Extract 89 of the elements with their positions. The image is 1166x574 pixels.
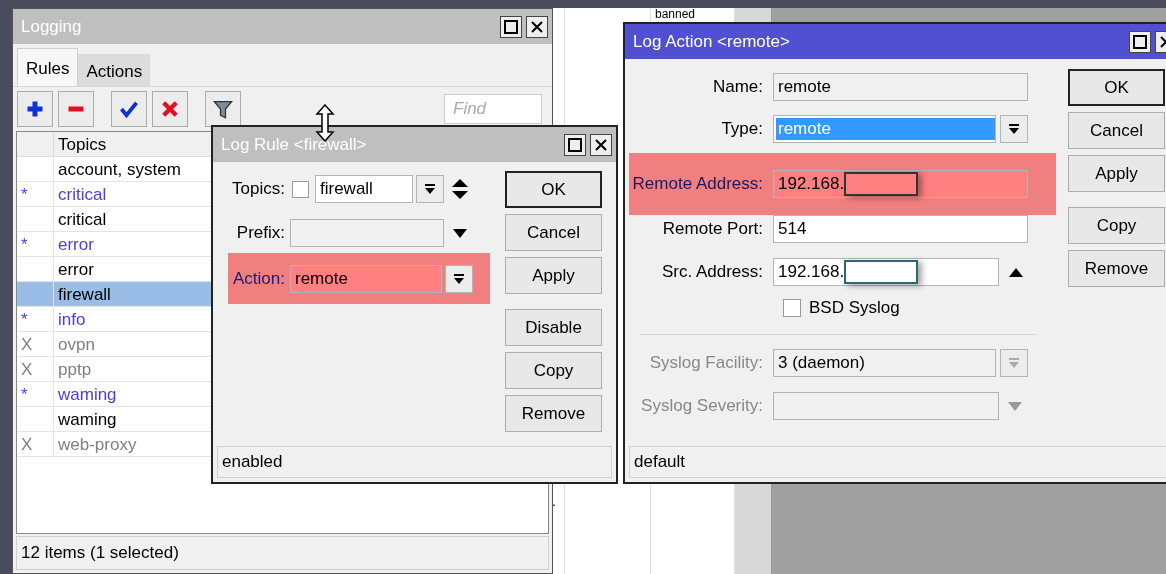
table-cell-text: pptp (57, 359, 92, 381)
flag-cell: * (21, 185, 28, 204)
close-icon (531, 20, 543, 33)
field-label: Topics: (231, 178, 286, 201)
dialog-button[interactable]: Copy (1068, 207, 1165, 244)
checkbox[interactable] (783, 299, 801, 317)
tab[interactable]: Rules (17, 48, 79, 86)
flag-cell: * (21, 385, 28, 404)
field-label: Src. Address: (660, 261, 764, 284)
field-label: Remote Address: (631, 173, 764, 196)
field-label: Prefix: (235, 222, 286, 245)
status-bar: default (629, 446, 1166, 478)
close-button[interactable] (526, 15, 548, 38)
dropdown-arrow-icon (1008, 123, 1020, 135)
plus-icon (25, 99, 45, 119)
square-icon (1133, 34, 1147, 49)
window-title: Log Action <remote> (633, 30, 790, 53)
dialog-button[interactable]: OK (1068, 69, 1165, 106)
input-field[interactable] (290, 219, 444, 247)
dialog-button[interactable]: Apply (1068, 155, 1165, 192)
dialog-button[interactable]: Cancel (505, 214, 602, 251)
collapse-arrow-icon[interactable] (1009, 267, 1023, 277)
close-button[interactable] (590, 133, 612, 156)
status-bar: 12 items (1 selected) (16, 536, 549, 570)
window-title: Logging (21, 15, 82, 38)
input-field[interactable]: remote (773, 73, 1028, 101)
field-label: Type: (720, 118, 764, 141)
expand-arrow-icon[interactable] (453, 228, 467, 238)
toolbar-button[interactable] (111, 91, 147, 127)
up-down-arrows-icon[interactable] (452, 179, 468, 199)
table-cell-text: info (57, 309, 86, 331)
square-icon (504, 19, 518, 34)
dialog-button[interactable]: Remove (505, 395, 602, 432)
filter-icon (213, 99, 233, 119)
table-cell-text: ovpn (57, 334, 95, 356)
toolbar-button[interactable] (205, 91, 241, 127)
input-field[interactable]: 192.168. (773, 258, 999, 286)
dropdown-arrow-icon (1008, 357, 1020, 369)
field-label: Name: (711, 76, 764, 99)
find-field[interactable]: Find (444, 94, 542, 124)
toolbar-button[interactable] (17, 91, 53, 127)
window-title: Log Rule <firewall> (221, 133, 367, 156)
status-bar: enabled (217, 446, 612, 478)
maximize-button[interactable] (564, 133, 586, 156)
field-label: Syslog Severity: (640, 395, 764, 418)
flag-cell: * (21, 310, 28, 329)
input-field[interactable] (773, 392, 999, 420)
field-label: Remote Port: (661, 218, 764, 241)
close-icon (595, 138, 607, 151)
check-icon (119, 99, 139, 119)
table-cell-text: firewall (57, 284, 111, 306)
dialog-button[interactable]: Cancel (1068, 112, 1165, 149)
table-cell-text: banned (655, 8, 697, 20)
dropdown-arrow-icon (453, 272, 465, 285)
table-cell-text: critical (57, 209, 107, 231)
dropdown-button[interactable] (416, 175, 444, 203)
table-cell-text: waming (57, 384, 117, 406)
checkbox[interactable] (292, 180, 309, 198)
tab[interactable]: Actions (78, 54, 151, 86)
table-cell-text: critical (57, 184, 107, 206)
dialog-button[interactable]: Copy (505, 352, 602, 389)
table-cell-text: account, system (57, 159, 181, 181)
flag-cell: X (21, 335, 33, 354)
x-icon (160, 99, 180, 119)
flag-cell: * (21, 235, 28, 254)
table-cell-text: waming (57, 409, 117, 431)
flag-cell: X (21, 435, 33, 454)
square-icon (568, 137, 582, 152)
dialog-button[interactable]: Disable (505, 309, 602, 346)
table-cell-text: error (57, 234, 94, 256)
input-field[interactable]: 514 (773, 215, 1028, 243)
table-cell-text: .. (548, 494, 557, 508)
maximize-button[interactable] (500, 15, 522, 38)
field-label: Syslog Facility: (648, 352, 764, 375)
dropdown-arrow-icon (424, 183, 436, 195)
table-cell-text: web-proxy (57, 434, 137, 456)
input-field[interactable]: firewall (315, 175, 413, 203)
dialog-button[interactable]: OK (505, 171, 602, 208)
input-field[interactable]: 192.168. (773, 170, 1028, 198)
table-cell-text: error (57, 259, 94, 281)
dialog-button[interactable]: Remove (1068, 250, 1165, 287)
dropdown-button[interactable] (1000, 115, 1028, 143)
dropdown-button[interactable] (445, 264, 473, 293)
input-field[interactable]: remote (290, 264, 442, 293)
maximize-button[interactable] (1129, 30, 1151, 53)
flag-cell: X (21, 360, 33, 379)
dialog-button[interactable]: Apply (505, 257, 602, 294)
checkbox-label: BSD Syslog (809, 297, 900, 320)
field-label: Action: (232, 267, 286, 290)
